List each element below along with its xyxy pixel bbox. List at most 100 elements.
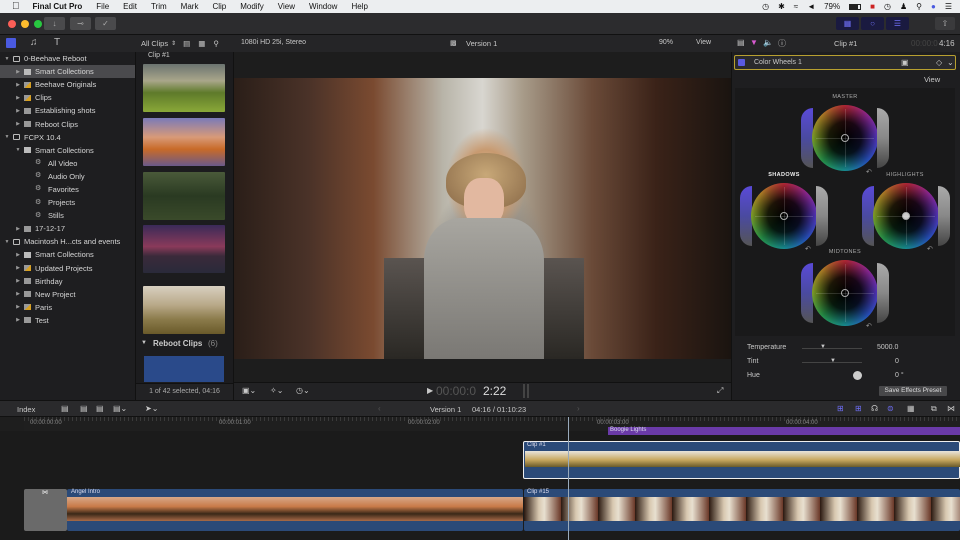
sidebar-item[interactable]: ⚙ Audio Only [0, 170, 135, 183]
reset-icon[interactable]: ↶ [866, 322, 872, 330]
audio-clip-thumbnail[interactable] [144, 356, 224, 382]
zoom-dropdown[interactable]: 90% [659, 39, 673, 46]
menu-trim[interactable]: Trim [144, 2, 174, 11]
apple-menu-icon[interactable]:  [0, 1, 26, 12]
sidebar-item[interactable]: ▼ 0-Beehave Reboot [0, 52, 135, 65]
sidebar-item[interactable]: ▶ 17-12-17 [0, 222, 135, 235]
effects-browser-icon[interactable]: ⧉ [931, 404, 937, 414]
disclosure-triangle-icon[interactable]: ▶ [14, 291, 22, 297]
insert-clip-icon[interactable]: ▤ [80, 404, 88, 413]
transitions-browser-icon[interactable]: ⋈ [947, 404, 955, 413]
sidebar-item[interactable]: ⚙ Projects [0, 196, 135, 209]
sidebar-item[interactable]: ⚙ Favorites [0, 183, 135, 196]
enhancements-icon[interactable]: ✧⌄ [270, 386, 283, 395]
disclosure-triangle-icon[interactable]: ▶ [14, 304, 22, 310]
sidebar-item[interactable]: ▶ Beehave Originals [0, 78, 135, 91]
background-tasks-button[interactable]: ✓ [95, 17, 116, 30]
sidebar-item[interactable]: ⚙ Stills [0, 209, 135, 222]
brightness-slider[interactable] [877, 108, 889, 168]
clip-thumbnail[interactable] [143, 172, 225, 220]
temperature-value[interactable]: 5000.0 [877, 344, 898, 351]
fullscreen-icon[interactable]: ⤢ [717, 386, 723, 396]
spotlight-icon[interactable]: ⚲ [916, 2, 922, 11]
reset-icon[interactable]: ↶ [927, 245, 933, 253]
sidebar-item[interactable]: ⚙ All Video [0, 157, 135, 170]
zoom-window-button[interactable] [34, 20, 42, 28]
sidebar-item[interactable]: ▶ Reboot Clips [0, 117, 135, 130]
solo-icon[interactable]: ☊ [871, 404, 878, 413]
append-clip-icon[interactable]: ▤ [96, 404, 104, 413]
back-icon[interactable]: ‹ [378, 404, 381, 413]
disclosure-triangle-icon[interactable]: ▶ [14, 265, 22, 271]
libraries-icon[interactable] [6, 38, 16, 48]
close-window-button[interactable] [8, 20, 16, 28]
disclosure-triangle-icon[interactable]: ▶ [14, 95, 22, 101]
audio-inspector-icon[interactable]: 🔈 [763, 38, 773, 47]
video-inspector-icon[interactable]: ▤ [737, 38, 745, 47]
disclosure-triangle-icon[interactable]: ▶ [14, 82, 22, 88]
wheel-puck[interactable] [902, 212, 910, 220]
disclosure-triangle-icon[interactable]: ▶ [14, 317, 22, 323]
gap-clip[interactable]: ⋈ [24, 489, 67, 531]
midtones-color-wheel[interactable] [812, 260, 878, 326]
sidebar-item[interactable]: ▼ Macintosh H...cts and events [0, 235, 135, 248]
flag-icon[interactable]: ■ [870, 2, 875, 11]
tint-value[interactable]: 0 [895, 358, 899, 365]
menu-window[interactable]: Window [302, 2, 344, 11]
keywords-button[interactable]: ⊸ [70, 17, 91, 30]
view-dropdown[interactable]: View [696, 39, 711, 46]
menu-help[interactable]: Help [344, 2, 374, 11]
snapping-icon[interactable]: ⊜ [887, 404, 894, 413]
sidebar-item[interactable]: ▶ Birthday [0, 275, 135, 288]
temperature-slider[interactable] [802, 348, 862, 349]
disclosure-triangle-icon[interactable]: ▼ [14, 147, 22, 153]
user-icon[interactable]: ♟ [900, 2, 907, 11]
disclosure-triangle-icon[interactable]: ▶ [14, 121, 22, 127]
menu-file[interactable]: File [89, 2, 116, 11]
siri-icon[interactable]: ● [931, 2, 936, 11]
show-inspector-button[interactable]: ☰ [886, 17, 909, 30]
select-tool-icon[interactable]: ➤⌄ [145, 404, 158, 413]
sidebar-item[interactable]: ▶ Clips [0, 91, 135, 104]
forward-icon[interactable]: › [577, 404, 580, 413]
sidebar-item[interactable]: ▶ New Project [0, 288, 135, 301]
audio-skimming-icon[interactable]: ⊞ [837, 404, 844, 413]
sidebar-item[interactable]: ▶ Smart Collections [0, 248, 135, 261]
timecode-display[interactable]: 2:22 [483, 384, 506, 398]
minimize-window-button[interactable] [21, 20, 29, 28]
menu-edit[interactable]: Edit [116, 2, 144, 11]
clip-appearance-icon[interactable]: ▦ [907, 404, 915, 413]
color-inspector-icon[interactable]: ▼ [750, 38, 758, 47]
disclosure-triangle-icon[interactable]: ▼ [3, 239, 11, 245]
effect-name-dropdown[interactable]: Color Wheels 1 [754, 59, 802, 66]
menu-app[interactable]: Final Cut Pro [26, 2, 90, 11]
master-color-wheel[interactable] [812, 105, 878, 171]
menu-mark[interactable]: Mark [174, 2, 206, 11]
import-button[interactable]: ↓ [44, 17, 65, 30]
brightness-slider[interactable] [938, 186, 950, 246]
reset-icon[interactable]: ↶ [805, 245, 811, 253]
battery-icon[interactable] [849, 3, 862, 10]
sidebar-item[interactable]: ▼ Smart Collections [0, 144, 135, 157]
overwrite-clip-icon[interactable]: ▤⌄ [113, 404, 127, 413]
menu-modify[interactable]: Modify [233, 2, 271, 11]
brightness-slider[interactable] [816, 186, 828, 246]
show-browser-button[interactable]: ▦ [836, 17, 859, 30]
sidebar-item[interactable]: ▶ Establishing shots [0, 104, 135, 117]
photos-audio-icon[interactable]: ♫ [30, 37, 38, 48]
timeline-index-button[interactable]: Index [17, 405, 35, 414]
connected-clip[interactable]: Clip #1 [523, 441, 960, 479]
sidebar-item[interactable]: ▶ Test [0, 314, 135, 327]
chevron-down-icon[interactable]: ⌄ [947, 58, 954, 67]
save-effects-preset-button[interactable]: Save Effects Preset [879, 386, 947, 396]
clip-thumbnail[interactable] [143, 118, 225, 166]
hue-value[interactable]: 0 ° [895, 372, 904, 379]
bluetooth-icon[interactable]: ✱ [778, 2, 785, 11]
primary-clip[interactable]: Clip #15 [524, 489, 960, 531]
clip-thumbnail[interactable] [143, 225, 225, 273]
wifi-icon[interactable]: ≈ [794, 2, 798, 11]
wheel-puck[interactable] [841, 289, 849, 297]
sidebar-item[interactable]: ▶ Paris [0, 301, 135, 314]
clip-appearance-icon[interactable]: ▤ [183, 39, 190, 48]
hue-dial[interactable] [853, 371, 862, 380]
